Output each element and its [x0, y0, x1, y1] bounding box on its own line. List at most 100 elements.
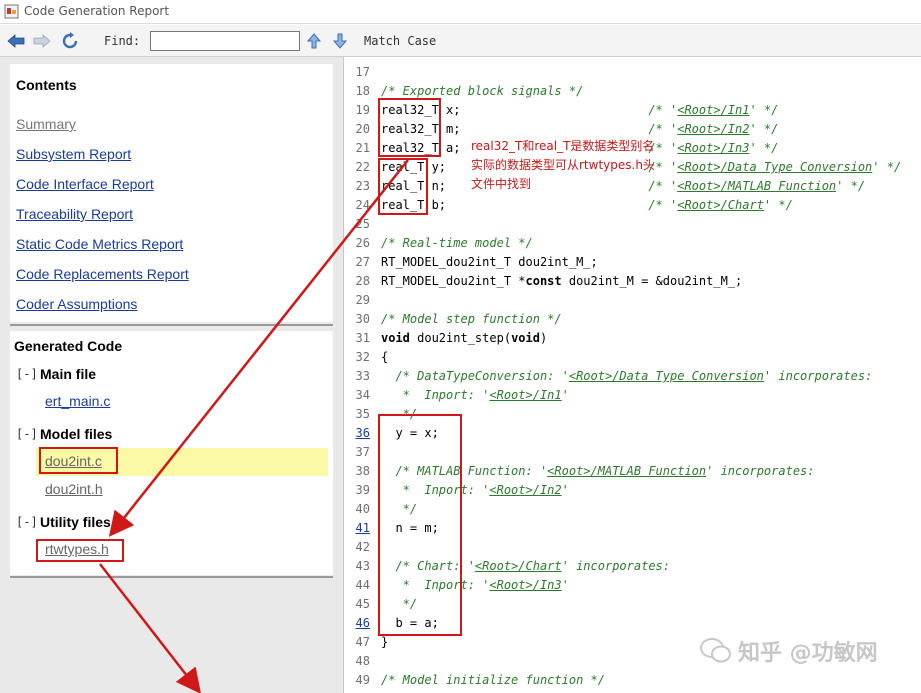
code-comment: ' */	[749, 103, 779, 117]
block-link[interactable]: <Root>/In1	[489, 388, 561, 402]
line-number: 18	[355, 84, 370, 98]
nav-link-static-code-metrics-report[interactable]: Static Code Metrics Report	[16, 236, 183, 252]
code-line: 49 /* Model initialize function */	[344, 671, 921, 690]
tree-group-label: Main file	[40, 366, 97, 382]
collapse-toggle[interactable]: [-]	[16, 367, 40, 381]
line-number: 30	[355, 312, 370, 326]
annotation-box-real-t	[378, 158, 428, 215]
block-link[interactable]: <Root>/Data Type Conversion	[569, 369, 764, 383]
line-number: 27	[355, 255, 370, 269]
nav-link-subsystem-report[interactable]: Subsystem Report	[16, 146, 131, 162]
line-number: 17	[355, 65, 370, 79]
code-keyword: void	[511, 331, 540, 345]
nav-link-code-interface-report[interactable]: Code Interface Report	[16, 176, 154, 192]
block-link[interactable]: <Root>/In2	[677, 122, 749, 136]
line-number: 28	[355, 274, 370, 288]
code-text: RT_MODEL_dou2int_T dou2int_M_;	[381, 253, 598, 272]
code-text: real_T b; /* '<Root>/Chart' */	[381, 196, 793, 215]
block-link[interactable]: <Root>/Chart	[677, 198, 764, 212]
line-number: 44	[355, 578, 370, 592]
line-number: 37	[355, 445, 370, 459]
tree-group-main-file: [-] Main file	[16, 366, 96, 382]
line-number: 33	[355, 369, 370, 383]
code-token: RT_MODEL_dou2int_T dou2int_M_;	[381, 255, 598, 269]
code-comment: ' */	[763, 198, 793, 212]
find-previous-button[interactable]	[304, 31, 324, 51]
code-line: 27 RT_MODEL_dou2int_T dou2int_M_;	[344, 253, 921, 272]
code-line: 31 void dou2int_step(void)	[344, 329, 921, 348]
line-number[interactable]: 46	[344, 614, 370, 633]
line-number[interactable]: 41	[344, 519, 370, 538]
code-text: /* Model initialize function */	[381, 671, 605, 690]
code-line: 33 /* DataTypeConversion: '<Root>/Data T…	[344, 367, 921, 386]
line-number: 38	[355, 464, 370, 478]
window-title: Code Generation Report	[24, 4, 170, 18]
code-comment: /* Model step function */	[381, 312, 562, 326]
annotation-box-step-body	[378, 414, 462, 636]
block-link[interactable]: <Root>/Chart	[475, 559, 562, 573]
wechat-logo-icon	[700, 638, 731, 663]
watermark-text: 知乎 @功敏网	[738, 641, 878, 666]
line-number: 35	[355, 407, 370, 421]
file-link-ert-main-c[interactable]: ert_main.c	[45, 393, 110, 409]
refresh-button[interactable]	[60, 31, 80, 51]
navigation-pane: Contents Summary Subsystem Report Code I…	[0, 57, 343, 693]
line-number: 47	[355, 635, 370, 649]
title-bar: Code Generation Report	[0, 0, 921, 24]
tree-group-model-files: [-] Model files	[16, 426, 112, 442]
line-number[interactable]: 36	[344, 424, 370, 443]
code-line: 24 real_T b; /* '<Root>/Chart' */	[344, 196, 921, 215]
collapse-toggle[interactable]: [-]	[16, 515, 40, 529]
file-link-dou2int-h[interactable]: dou2int.h	[45, 481, 103, 497]
report-app-icon	[4, 4, 19, 19]
find-label: Find:	[104, 34, 141, 48]
line-number: 45	[355, 597, 370, 611]
code-comment: '	[561, 483, 569, 497]
code-comment: ' incorporates:	[706, 464, 815, 478]
code-text: /* Model step function */	[381, 310, 562, 329]
line-number: 39	[355, 483, 370, 497]
refresh-icon	[62, 32, 78, 49]
code-line: 29	[344, 291, 921, 310]
generated-code-heading: Generated Code	[14, 338, 123, 354]
tree-group-utility-files: [-] Utility files	[16, 514, 111, 530]
block-link[interactable]: <Root>/In2	[489, 483, 561, 497]
block-link[interactable]: <Root>/In3	[677, 141, 749, 155]
code-token: RT_MODEL_dou2int_T *	[381, 274, 526, 288]
collapse-toggle[interactable]: [-]	[16, 427, 40, 441]
annotation-note: real32_T和real_T是数据类型别名 实际的数据类型可从rtwtypes…	[471, 137, 655, 194]
line-number: 42	[355, 540, 370, 554]
code-comment: /* DataTypeConversion: '	[381, 369, 569, 383]
code-line: 34 * Inport: '<Root>/In1'	[344, 386, 921, 405]
find-next-button[interactable]	[330, 31, 350, 51]
block-link[interactable]: <Root>/Data Type Conversion	[677, 160, 872, 174]
code-text: RT_MODEL_dou2int_T *const dou2int_M = &d…	[381, 272, 742, 291]
annotation-line: 实际的数据类型可从rtwtypes.h头	[471, 158, 655, 172]
code-comment: ' */	[872, 160, 902, 174]
toolbar: Find: Match Case	[0, 25, 921, 57]
code-comment: /* '	[648, 122, 678, 136]
find-input[interactable]	[150, 31, 300, 51]
line-number: 25	[355, 217, 370, 231]
match-case-toggle[interactable]: Match Case	[364, 34, 436, 48]
find-down-icon	[333, 33, 347, 49]
forward-button[interactable]	[32, 31, 52, 51]
block-link[interactable]: <Root>/MATLAB Function	[547, 464, 706, 478]
block-link[interactable]: <Root>/MATLAB Function	[677, 179, 836, 193]
forward-arrow-icon	[33, 34, 51, 48]
line-number: 34	[355, 388, 370, 402]
code-comment: '	[561, 388, 569, 402]
find-up-icon	[307, 33, 321, 49]
code-text: /* Real-time model */	[381, 234, 533, 253]
nav-link-code-replacements-report[interactable]: Code Replacements Report	[16, 266, 189, 282]
block-link[interactable]: <Root>/In3	[489, 578, 561, 592]
annotation-box-dou2int-c	[39, 447, 118, 474]
back-button[interactable]	[6, 31, 26, 51]
block-link[interactable]: <Root>/In1	[677, 103, 749, 117]
code-token: )	[539, 331, 548, 345]
contents-heading: Contents	[16, 77, 77, 93]
code-line: 30 /* Model step function */	[344, 310, 921, 329]
nav-link-traceability-report[interactable]: Traceability Report	[16, 206, 133, 222]
nav-link-coder-assumptions[interactable]: Coder Assumptions	[16, 296, 137, 312]
nav-link-summary[interactable]: Summary	[16, 116, 76, 132]
